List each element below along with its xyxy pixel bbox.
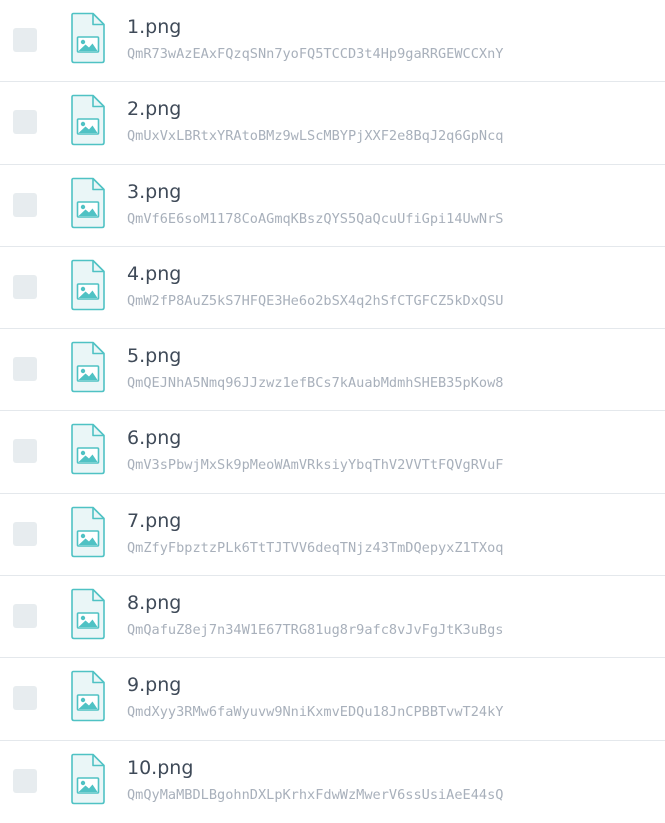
file-name[interactable]: 7.png [127,508,181,534]
file-name[interactable]: 2.png [127,96,181,122]
file-name[interactable]: 3.png [127,179,181,205]
file-row-10[interactable]: 10.png QmQyMaMBDLBgohnDXLpKrhxFdwWzMwerV… [0,741,665,823]
file-hash: QmZfyFbpztzPLk6TtTJTVV6deqTNjz43TmDQepyx… [127,539,504,556]
image-file-icon[interactable] [70,588,106,640]
image-file-icon[interactable] [70,259,106,311]
file-row-9[interactable]: 9.png QmdXyy3RMw6faWyuvw9NniKxmvEDQu18Jn… [0,658,665,741]
row-checkbox[interactable] [13,357,37,382]
file-row-1[interactable]: 1.png QmR73wAzEAxFQzqSNn7yoFQ5TCCD3t4Hp9… [0,0,665,83]
row-checkbox[interactable] [13,521,37,546]
file-row-3[interactable]: 3.png QmVf6E6soM1178CoAGmqKBszQYS5QaQcuU… [0,165,665,247]
image-file-icon[interactable] [70,753,106,805]
row-checkbox[interactable] [13,686,37,711]
file-name[interactable]: 9.png [127,672,181,698]
file-row-8[interactable]: 8.png QmQafuZ8ej7n34W1E67TRG81ug8r9afc8v… [0,576,665,659]
file-hash: QmdXyy3RMw6faWyuvw9NniKxmvEDQu18JnCPBBTv… [127,704,504,721]
row-checkbox[interactable] [13,110,37,135]
file-row-6[interactable]: 6.png QmV3sPbwjMxSk9pMeoWAmVRksiyYbqThV2… [0,411,665,494]
file-name[interactable]: 5.png [127,343,181,369]
file-name[interactable]: 8.png [127,590,181,616]
file-hash: QmVf6E6soM1178CoAGmqKBszQYS5QaQcuUfiGpi1… [127,210,504,227]
file-row-7[interactable]: 7.png QmZfyFbpztzPLk6TtTJTVV6deqTNjz43Tm… [0,494,665,577]
image-file-icon[interactable] [70,177,106,229]
file-row-4[interactable]: 4.png QmW2fP8AuZ5kS7HFQE3He6o2bSX4q2hSfC… [0,247,665,330]
row-checkbox[interactable] [13,28,37,52]
file-name[interactable]: 6.png [127,425,181,451]
file-name[interactable]: 1.png [127,14,181,40]
file-hash: QmW2fP8AuZ5kS7HFQE3He6o2bSX4q2hSfCTGFCZ5… [127,292,504,309]
file-hash: QmQEJNhA5Nmq96JJzwz1efBCs7kAuabMdmhSHEB3… [127,375,504,392]
row-checkbox[interactable] [13,439,37,464]
image-file-icon[interactable] [70,12,106,64]
file-hash: QmV3sPbwjMxSk9pMeoWAmVRksiyYbqThV2VVTtFQ… [127,457,504,474]
file-hash: QmQafuZ8ej7n34W1E67TRG81ug8r9afc8vJvFgJt… [127,622,504,639]
image-file-icon[interactable] [70,94,106,146]
row-checkbox[interactable] [13,768,37,793]
row-checkbox[interactable] [13,604,37,629]
row-checkbox[interactable] [13,192,37,217]
image-file-icon[interactable] [70,423,106,475]
image-file-icon[interactable] [70,341,106,393]
file-hash: QmQyMaMBDLBgohnDXLpKrhxFdwWzMwerV6ssUsiA… [127,786,504,803]
image-file-icon[interactable] [70,506,106,558]
file-name[interactable]: 10.png [127,755,193,781]
file-row-5[interactable]: 5.png QmQEJNhA5Nmq96JJzwz1efBCs7kAuabMdm… [0,329,665,412]
row-checkbox[interactable] [13,274,37,299]
file-row-2[interactable]: 2.png QmUxVxLBRtxYRAtoBMz9wLScMBYPjXXF2e… [0,82,665,165]
file-hash: QmUxVxLBRtxYRAtoBMz9wLScMBYPjXXF2e8BqJ2q… [127,128,504,145]
file-hash: QmR73wAzEAxFQzqSNn7yoFQ5TCCD3t4Hp9gaRRGE… [127,46,504,62]
file-list: 1.png QmR73wAzEAxFQzqSNn7yoFQ5TCCD3t4Hp9… [0,0,665,823]
image-file-icon[interactable] [70,670,106,722]
file-name[interactable]: 4.png [127,261,181,287]
